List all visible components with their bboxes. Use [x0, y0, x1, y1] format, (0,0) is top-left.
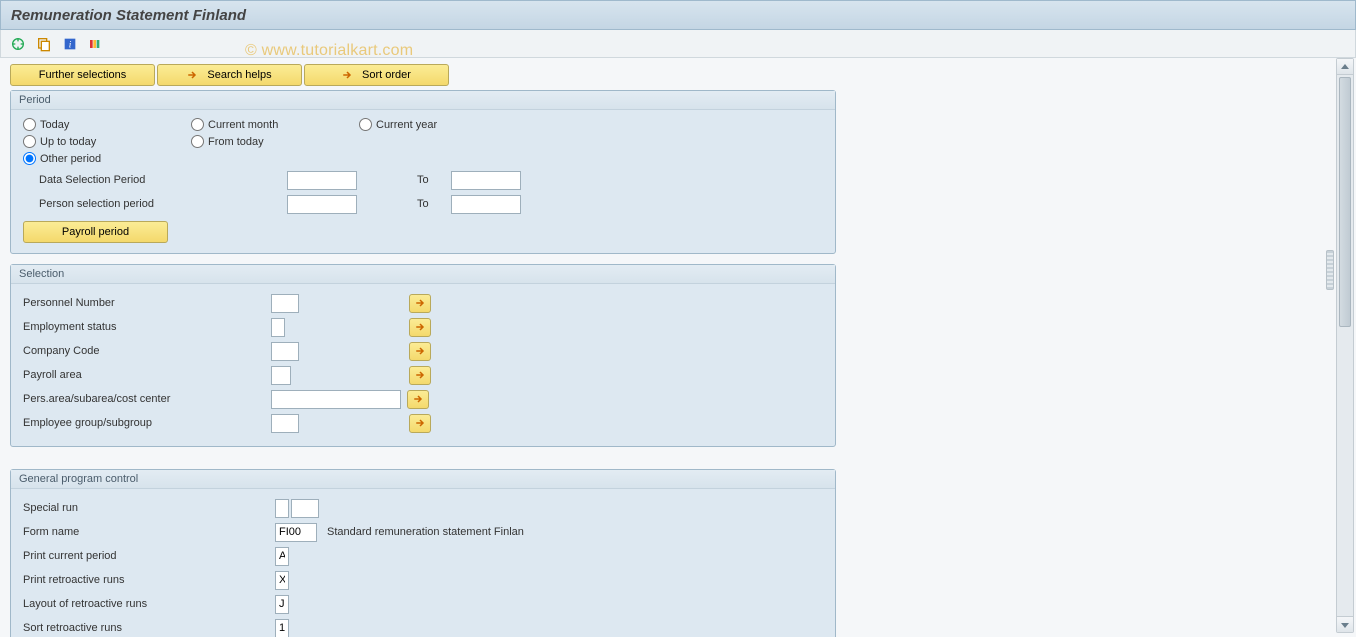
sort-retro-label: Sort retroactive runs — [23, 622, 247, 634]
search-helps-label: Search helps — [207, 69, 271, 81]
form-name-desc: Standard remuneration statement Finlan — [327, 526, 524, 538]
sort-order-button[interactable]: Sort order — [304, 64, 449, 86]
personnel-number-input[interactable] — [271, 294, 299, 313]
page-title-text: Remuneration Statement Finland — [11, 7, 246, 24]
general-group-title: General program control — [11, 470, 835, 489]
pers-area-multi-button[interactable] — [407, 390, 429, 409]
arrow-right-icon — [185, 68, 199, 82]
print-retro-input[interactable] — [275, 571, 289, 590]
arrow-right-icon — [340, 68, 354, 82]
company-code-input[interactable] — [271, 342, 299, 361]
radio-up-to-today[interactable]: Up to today — [23, 135, 183, 148]
general-body: Special run Form name Standard remunerat… — [11, 489, 835, 637]
top-button-row: Further selections Search helps Sort ord… — [10, 64, 1346, 86]
radio-utt-label: Up to today — [40, 136, 96, 148]
search-helps-button[interactable]: Search helps — [157, 64, 302, 86]
structure-icon[interactable] — [87, 35, 105, 53]
period-body: Today Current month Current year Up to t… — [11, 110, 835, 253]
general-group: General program control Special run Form… — [10, 469, 836, 637]
further-selections-button[interactable]: Further selections — [10, 64, 155, 86]
to-label-2: To — [417, 198, 451, 210]
print-current-label: Print current period — [23, 550, 247, 562]
radio-current-year[interactable]: Current year — [359, 118, 519, 131]
radio-cm-label: Current month — [208, 119, 278, 131]
employee-group-label: Employee group/subgroup — [23, 417, 247, 429]
splitter-grip[interactable] — [1326, 250, 1334, 290]
person-selection-period-label: Person selection period — [39, 198, 239, 210]
selection-group: Selection Personnel Number Employment st… — [10, 264, 836, 447]
scroll-up-icon[interactable] — [1337, 59, 1353, 75]
print-current-input[interactable] — [275, 547, 289, 566]
form-name-label: Form name — [23, 526, 247, 538]
radio-cy-label: Current year — [376, 119, 437, 131]
personnel-number-multi-button[interactable] — [409, 294, 431, 313]
special-run-label: Special run — [23, 502, 247, 514]
scroll-down-icon[interactable] — [1337, 616, 1353, 632]
sort-order-label: Sort order — [362, 69, 411, 81]
special-run-input-2[interactable] — [291, 499, 319, 518]
data-selection-to-input[interactable] — [451, 171, 521, 190]
app-toolbar: i — [0, 30, 1356, 58]
sort-retro-input[interactable] — [275, 619, 289, 637]
to-label-1: To — [417, 174, 451, 186]
radio-today[interactable]: Today — [23, 118, 183, 131]
payroll-area-input[interactable] — [271, 366, 291, 385]
employee-group-multi-button[interactable] — [409, 414, 431, 433]
personnel-number-label: Personnel Number — [23, 297, 247, 309]
radio-other-period[interactable]: Other period — [23, 152, 183, 165]
form-name-input[interactable] — [275, 523, 317, 542]
payroll-area-multi-button[interactable] — [409, 366, 431, 385]
layout-retro-label: Layout of retroactive runs — [23, 598, 247, 610]
radio-current-month[interactable]: Current month — [191, 118, 351, 131]
payroll-area-label: Payroll area — [23, 369, 247, 381]
data-selection-from-input[interactable] — [287, 171, 357, 190]
person-selection-to-input[interactable] — [451, 195, 521, 214]
period-group-title: Period — [11, 91, 835, 110]
radio-op-label: Other period — [40, 153, 101, 165]
company-code-multi-button[interactable] — [409, 342, 431, 361]
selection-group-title: Selection — [11, 265, 835, 284]
layout-retro-input[interactable] — [275, 595, 289, 614]
company-code-label: Company Code — [23, 345, 247, 357]
employment-status-input[interactable] — [271, 318, 285, 337]
pers-area-input[interactable] — [271, 390, 401, 409]
further-selections-label: Further selections — [39, 69, 126, 81]
page-title: Remuneration Statement Finland — [0, 0, 1356, 30]
special-run-input-1[interactable] — [275, 499, 289, 518]
selection-body: Personnel Number Employment status Compa… — [11, 284, 835, 446]
svg-text:i: i — [69, 40, 72, 50]
radio-ft-label: From today — [208, 136, 264, 148]
period-group: Period Today Current month Current year … — [10, 90, 836, 254]
employment-status-label: Employment status — [23, 321, 247, 333]
payroll-period-label: Payroll period — [62, 226, 129, 238]
vertical-scrollbar[interactable] — [1336, 58, 1354, 633]
data-selection-period-label: Data Selection Period — [39, 174, 239, 186]
pers-area-label: Pers.area/subarea/cost center — [23, 393, 247, 405]
info-icon[interactable]: i — [61, 35, 79, 53]
scroll-thumb[interactable] — [1339, 77, 1351, 327]
radio-today-label: Today — [40, 119, 69, 131]
radio-from-today[interactable]: From today — [191, 135, 351, 148]
payroll-period-button[interactable]: Payroll period — [23, 221, 168, 243]
employment-status-multi-button[interactable] — [409, 318, 431, 337]
employee-group-input[interactable] — [271, 414, 299, 433]
content-area: Further selections Search helps Sort ord… — [0, 58, 1356, 637]
execute-icon[interactable] — [9, 35, 27, 53]
person-selection-from-input[interactable] — [287, 195, 357, 214]
variant-get-icon[interactable] — [35, 35, 53, 53]
print-retro-label: Print retroactive runs — [23, 574, 247, 586]
